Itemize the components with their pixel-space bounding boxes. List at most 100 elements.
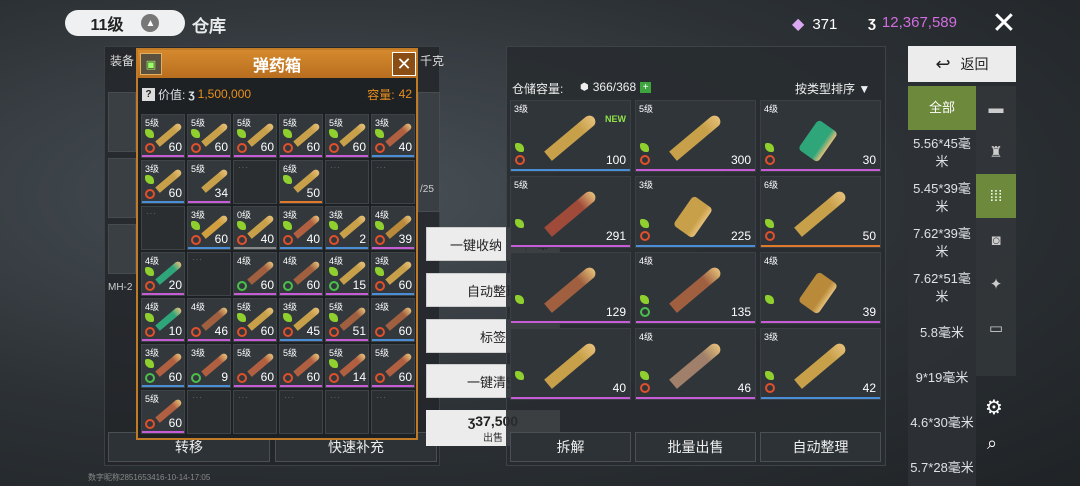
sort-dropdown[interactable]: 按类型排序 ▼ xyxy=(795,80,870,97)
equip-slot[interactable] xyxy=(108,92,136,152)
ammo-item[interactable]: 3级 60 xyxy=(141,160,185,204)
rarity-bar xyxy=(636,397,755,399)
close-icon[interactable]: ✕ xyxy=(392,52,416,76)
empty-slot[interactable]: ··· xyxy=(141,206,185,250)
ammo-item[interactable]: 3级 60 xyxy=(371,298,415,342)
warehouse-item[interactable]: 5级 291 xyxy=(510,176,631,248)
ammo-item[interactable]: 5级 14 xyxy=(325,344,369,388)
ban-icon xyxy=(375,235,385,245)
back-button[interactable]: ↩ 返回 xyxy=(908,46,1016,82)
close-icon[interactable]: ✕ xyxy=(990,9,1018,39)
warehouse-item[interactable]: 4级 30 xyxy=(760,100,881,172)
warehouse-item[interactable]: 129 xyxy=(510,252,631,324)
ammo-item[interactable]: 4级 60 xyxy=(279,252,323,296)
warehouse-item[interactable]: 40 xyxy=(510,328,631,400)
warehouse-item[interactable]: 6级 50 xyxy=(760,176,881,248)
wrench-icon[interactable]: ✦ xyxy=(976,262,1016,306)
settings-icon[interactable]: ⚙ xyxy=(985,395,1003,420)
ammo-item[interactable]: 3级 60 xyxy=(141,344,185,388)
empty-slot[interactable]: ··· xyxy=(187,390,231,434)
empty-slot[interactable]: ··· xyxy=(233,390,277,434)
leaf-icon xyxy=(640,219,649,228)
item-grade: 4级 xyxy=(191,302,206,312)
equip-slot[interactable] xyxy=(108,158,136,218)
ammo-item[interactable]: 5级 60 xyxy=(141,114,185,158)
category-item[interactable]: 5.8毫米 xyxy=(908,310,976,355)
warehouse-auto-sort-button[interactable]: 自动整理 xyxy=(760,432,881,462)
ammo-item[interactable]: 5级 60 xyxy=(371,344,415,388)
empty-slot[interactable]: ··· xyxy=(233,160,277,204)
ammo-item[interactable]: 5级 60 xyxy=(187,114,231,158)
camera-icon[interactable]: ◙ xyxy=(976,218,1016,262)
ammo-item[interactable]: 4级 20 xyxy=(141,252,185,296)
item-count: 60 xyxy=(398,324,412,338)
item-grade: 5级 xyxy=(283,118,298,128)
empty-slot[interactable]: ··· xyxy=(325,390,369,434)
ban-icon xyxy=(145,143,155,153)
warehouse-grid: 3级 NEW 100 5级 300 4级 30 5级 291 3级 225 6级 50 129 4级 135 4… xyxy=(510,100,882,400)
ammo-item[interactable]: 5级 60 xyxy=(141,390,185,434)
category-item[interactable]: 9*19毫米 xyxy=(908,355,976,400)
ammo-item[interactable]: 3级 45 xyxy=(279,298,323,342)
add-capacity-icon[interactable]: + xyxy=(640,81,652,93)
ammo-item[interactable]: 6级 50 xyxy=(279,160,323,204)
equip-slot[interactable] xyxy=(108,224,136,274)
ammo-item[interactable]: 0级 40 xyxy=(233,206,277,250)
category-item[interactable]: 全部 xyxy=(908,86,976,130)
empty-slot[interactable]: ··· xyxy=(371,390,415,434)
category-item[interactable]: 4.6*30毫米 xyxy=(908,400,976,445)
help-icon[interactable]: ? xyxy=(142,87,155,101)
ammo-item[interactable]: 4级 10 xyxy=(141,298,185,342)
empty-slot[interactable]: ··· xyxy=(325,160,369,204)
ammo-item[interactable]: 5级 60 xyxy=(233,344,277,388)
ammo-item[interactable]: 3级 40 xyxy=(279,206,323,250)
ammo-item[interactable]: 5级 60 xyxy=(325,114,369,158)
ammo-item[interactable]: 4级 60 xyxy=(233,252,277,296)
category-item[interactable]: 7.62*51毫米 xyxy=(908,265,976,310)
warehouse-item[interactable]: 3级 42 xyxy=(760,328,881,400)
item-grade: 5级 xyxy=(145,394,160,404)
category-item[interactable]: 7.62*39毫米 xyxy=(908,220,976,265)
warehouse-item[interactable]: 3级 NEW 100 xyxy=(510,100,631,172)
item-grade: 5级 xyxy=(191,118,206,128)
warehouse-item[interactable]: 4级 39 xyxy=(760,252,881,324)
category-item[interactable]: 5.7*28毫米 xyxy=(908,445,976,486)
bullet-icon xyxy=(669,341,723,389)
ammo-item[interactable]: 3级 60 xyxy=(187,206,231,250)
ammo-item[interactable]: 5级 60 xyxy=(279,344,323,388)
empty-slot[interactable]: ··· xyxy=(187,252,231,296)
ammo-item[interactable]: 3级 2 xyxy=(325,206,369,250)
circle-icon xyxy=(640,307,650,317)
ammo-item[interactable]: 4级 39 xyxy=(371,206,415,250)
item-grade: 3级 xyxy=(639,180,654,190)
ammo-item[interactable]: 5级 60 xyxy=(279,114,323,158)
warehouse-item[interactable]: 3级 225 xyxy=(635,176,756,248)
ammo-item[interactable]: 3级 40 xyxy=(371,114,415,158)
ammo-item[interactable]: 5级 60 xyxy=(233,298,277,342)
empty-slot[interactable]: ··· xyxy=(279,390,323,434)
item-count: 60 xyxy=(260,324,274,338)
warehouse-item[interactable]: 5级 300 xyxy=(635,100,756,172)
rarity-bar xyxy=(372,339,414,341)
warehouse-item[interactable]: 4级 46 xyxy=(635,328,756,400)
pistol-icon[interactable]: ▬ xyxy=(976,86,1016,130)
ammo-item[interactable]: 5级 51 xyxy=(325,298,369,342)
bulk-sell-button[interactable]: 批量出售 xyxy=(635,432,756,462)
ammo-item[interactable]: 4级 15 xyxy=(325,252,369,296)
ammo-icon[interactable]: ⁞⁞⁞ xyxy=(976,174,1016,218)
item-count: 50 xyxy=(306,186,320,200)
dismantle-button[interactable]: 拆解 xyxy=(510,432,631,462)
ammo-item[interactable]: 3级 60 xyxy=(371,252,415,296)
ammo-item[interactable]: 3级 9 xyxy=(187,344,231,388)
box-icon[interactable]: ▭ xyxy=(976,306,1016,350)
warehouse-item[interactable]: 4级 135 xyxy=(635,252,756,324)
category-item[interactable]: 5.56*45毫米 xyxy=(908,130,976,175)
category-item[interactable]: 5.45*39毫米 xyxy=(908,175,976,220)
ammo-item[interactable]: 5级 60 xyxy=(233,114,277,158)
empty-slot[interactable]: ··· xyxy=(371,160,415,204)
armor-icon[interactable]: ♜ xyxy=(976,130,1016,174)
ammo-item[interactable]: 5级 34 xyxy=(187,160,231,204)
ammo-item[interactable]: 4级 46 xyxy=(187,298,231,342)
ban-icon xyxy=(283,143,293,153)
search-icon[interactable]: ⌕ xyxy=(987,433,997,454)
